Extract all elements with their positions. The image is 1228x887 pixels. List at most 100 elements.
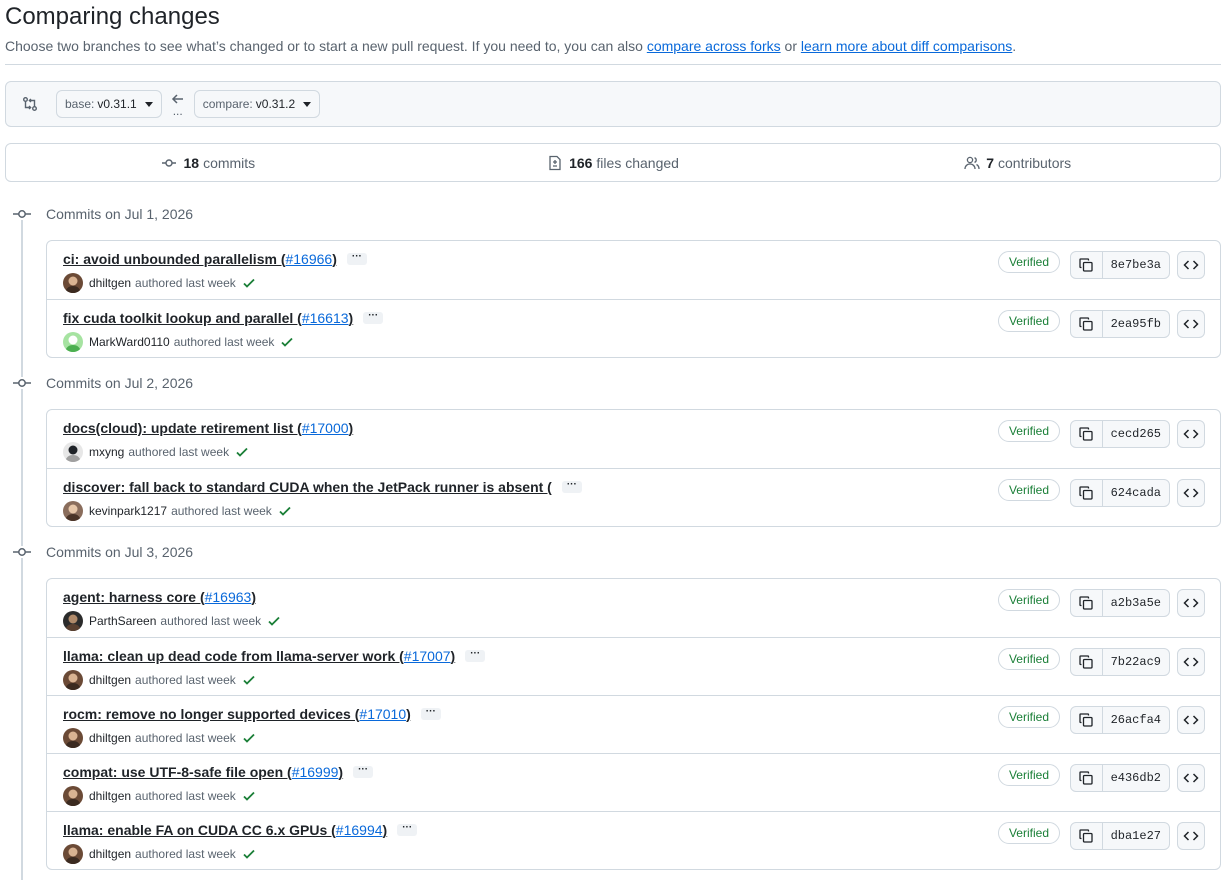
- pr-link[interactable]: #16613: [302, 310, 349, 326]
- expand-message-button[interactable]: ···: [346, 252, 367, 265]
- code-icon[interactable]: [1177, 706, 1205, 734]
- avatar[interactable]: [63, 442, 83, 462]
- commit-sha-link[interactable]: 7b22ac9: [1103, 649, 1169, 675]
- avatar[interactable]: [63, 728, 83, 748]
- commit-message-link[interactable]: ci: avoid unbounded parallelism (: [63, 251, 285, 267]
- code-icon[interactable]: [1177, 822, 1205, 850]
- commit-message-link[interactable]: discover: fall back to standard CUDA whe…: [63, 479, 552, 495]
- commit-message-close[interactable]: ): [332, 251, 337, 267]
- copy-icon[interactable]: [1071, 707, 1103, 733]
- verified-badge[interactable]: Verified: [997, 251, 1060, 273]
- copy-icon[interactable]: [1071, 311, 1103, 337]
- check-icon[interactable]: [242, 731, 256, 745]
- copy-icon[interactable]: [1071, 649, 1103, 675]
- expand-message-button[interactable]: ···: [353, 765, 374, 778]
- commit-message-link[interactable]: llama: clean up dead code from llama-ser…: [63, 648, 404, 664]
- commit-sha-link[interactable]: a2b3a5e: [1103, 590, 1169, 616]
- copy-icon[interactable]: [1071, 421, 1103, 447]
- learn-diff-link[interactable]: learn more about diff comparisons: [801, 38, 1012, 54]
- commit-sha-link[interactable]: dba1e27: [1103, 823, 1169, 849]
- expand-message-button[interactable]: ···: [561, 480, 582, 493]
- commit-author[interactable]: MarkWard0110: [89, 335, 170, 349]
- commit-message-link[interactable]: rocm: remove no longer supported devices…: [63, 706, 359, 722]
- pr-link[interactable]: #16963: [205, 589, 252, 605]
- code-icon[interactable]: [1177, 310, 1205, 338]
- commit-message-close[interactable]: ): [349, 420, 354, 436]
- expand-message-button[interactable]: ···: [465, 649, 486, 662]
- compare-forks-link[interactable]: compare across forks: [647, 38, 781, 54]
- commit-message-close[interactable]: ): [406, 706, 411, 722]
- verified-badge[interactable]: Verified: [997, 764, 1060, 786]
- stat-contributors[interactable]: 7 contributors: [815, 155, 1220, 171]
- avatar[interactable]: [63, 273, 83, 293]
- commit-message-close[interactable]: ): [349, 310, 354, 326]
- commit-message-link[interactable]: fix cuda toolkit lookup and parallel (: [63, 310, 302, 326]
- compare-branch-select[interactable]: compare: v0.31.2: [193, 90, 321, 118]
- check-icon[interactable]: [235, 445, 249, 459]
- commit-sha-link[interactable]: 26acfa4: [1103, 707, 1169, 733]
- avatar[interactable]: [63, 501, 83, 521]
- check-icon[interactable]: [242, 673, 256, 687]
- commit-message-close[interactable]: ): [251, 589, 256, 605]
- commit-sha-link[interactable]: 8e7be3a: [1103, 252, 1169, 278]
- pr-link[interactable]: #16994: [336, 822, 383, 838]
- code-icon[interactable]: [1177, 420, 1205, 448]
- commit-author[interactable]: dhiltgen: [89, 847, 131, 861]
- commit-author[interactable]: kevinpark1217: [89, 504, 167, 518]
- check-icon[interactable]: [267, 614, 281, 628]
- avatar[interactable]: [63, 670, 83, 690]
- verified-badge[interactable]: Verified: [997, 706, 1060, 728]
- copy-icon[interactable]: [1071, 590, 1103, 616]
- pr-link[interactable]: #17010: [359, 706, 406, 722]
- stat-commits[interactable]: 18 commits: [6, 155, 411, 171]
- commit-message-close[interactable]: ): [383, 822, 388, 838]
- copy-icon[interactable]: [1071, 480, 1103, 506]
- check-icon[interactable]: [242, 847, 256, 861]
- verified-badge[interactable]: Verified: [997, 589, 1060, 611]
- check-icon[interactable]: [278, 504, 292, 518]
- commit-sha-link[interactable]: cecd265: [1103, 421, 1169, 447]
- avatar[interactable]: [63, 844, 83, 864]
- commit-author[interactable]: mxyng: [89, 445, 124, 459]
- pr-link[interactable]: #17007: [404, 648, 451, 664]
- check-icon[interactable]: [280, 335, 294, 349]
- base-branch-select[interactable]: base: v0.31.1: [56, 90, 162, 118]
- verified-badge[interactable]: Verified: [997, 822, 1060, 844]
- commit-sha-link[interactable]: 624cada: [1103, 480, 1169, 506]
- code-icon[interactable]: [1177, 764, 1205, 792]
- commit-message-close[interactable]: ): [451, 648, 456, 664]
- commit-author[interactable]: dhiltgen: [89, 789, 131, 803]
- copy-icon[interactable]: [1071, 823, 1103, 849]
- commit-author[interactable]: ParthSareen: [89, 614, 156, 628]
- code-icon[interactable]: [1177, 589, 1205, 617]
- commit-author[interactable]: dhiltgen: [89, 673, 131, 687]
- commit-message-close[interactable]: ): [338, 764, 343, 780]
- commit-message-link[interactable]: llama: enable FA on CUDA CC 6.x GPUs (: [63, 822, 336, 838]
- avatar[interactable]: [63, 332, 83, 352]
- commit-message-link[interactable]: docs(cloud): update retirement list (: [63, 420, 302, 436]
- verified-badge[interactable]: Verified: [997, 479, 1060, 501]
- avatar[interactable]: [63, 786, 83, 806]
- commit-author[interactable]: dhiltgen: [89, 276, 131, 290]
- copy-icon[interactable]: [1071, 252, 1103, 278]
- code-icon[interactable]: [1177, 479, 1205, 507]
- commit-message-link[interactable]: compat: use UTF-8-safe file open (: [63, 764, 292, 780]
- expand-message-button[interactable]: ···: [397, 823, 418, 836]
- pr-link[interactable]: #16999: [292, 764, 339, 780]
- commit-author[interactable]: dhiltgen: [89, 731, 131, 745]
- verified-badge[interactable]: Verified: [997, 310, 1060, 332]
- check-icon[interactable]: [242, 276, 256, 290]
- commit-sha-link[interactable]: e436db2: [1103, 765, 1169, 791]
- stat-files[interactable]: 166 files changed: [411, 155, 816, 171]
- commit-sha-link[interactable]: 2ea95fb: [1103, 311, 1169, 337]
- avatar[interactable]: [63, 611, 83, 631]
- verified-badge[interactable]: Verified: [997, 420, 1060, 442]
- copy-icon[interactable]: [1071, 765, 1103, 791]
- commit-message-link[interactable]: agent: harness core (: [63, 589, 205, 605]
- check-icon[interactable]: [242, 789, 256, 803]
- code-icon[interactable]: [1177, 648, 1205, 676]
- pr-link[interactable]: #17000: [302, 420, 349, 436]
- expand-message-button[interactable]: ···: [363, 311, 384, 324]
- expand-message-button[interactable]: ···: [420, 707, 441, 720]
- code-icon[interactable]: [1177, 251, 1205, 279]
